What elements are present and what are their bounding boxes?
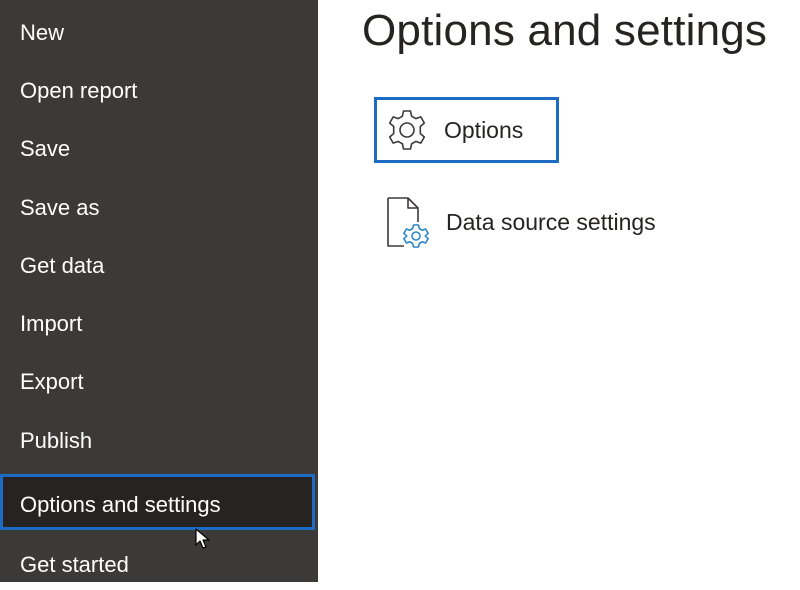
sidebar-item-save-as[interactable]: Save as: [0, 183, 318, 233]
sidebar-item-publish[interactable]: Publish: [0, 416, 318, 466]
sidebar-item-save[interactable]: Save: [0, 124, 318, 174]
data-source-settings-label: Data source settings: [446, 208, 656, 235]
document-gear-icon: [384, 192, 432, 252]
sidebar-item-new[interactable]: New: [0, 8, 318, 58]
sidebar-item-get-started[interactable]: Get started: [0, 540, 318, 590]
gear-icon: [384, 107, 430, 153]
options-button[interactable]: Options: [374, 97, 559, 163]
sidebar-item-open-report[interactable]: Open report: [0, 66, 318, 116]
mouse-cursor-icon: [195, 528, 210, 549]
sidebar: New Open report Save Save as Get data Im…: [0, 0, 318, 582]
sidebar-item-options-and-settings[interactable]: Options and settings: [0, 474, 315, 530]
sidebar-item-get-data[interactable]: Get data: [0, 241, 318, 291]
sidebar-item-import[interactable]: Import: [0, 299, 318, 349]
page-title: Options and settings: [362, 6, 768, 55]
main-panel: Options and settings Options Data source…: [318, 0, 800, 582]
options-label: Options: [444, 116, 524, 143]
data-source-settings-button[interactable]: Data source settings: [384, 190, 656, 254]
sidebar-item-export[interactable]: Export: [0, 357, 318, 407]
